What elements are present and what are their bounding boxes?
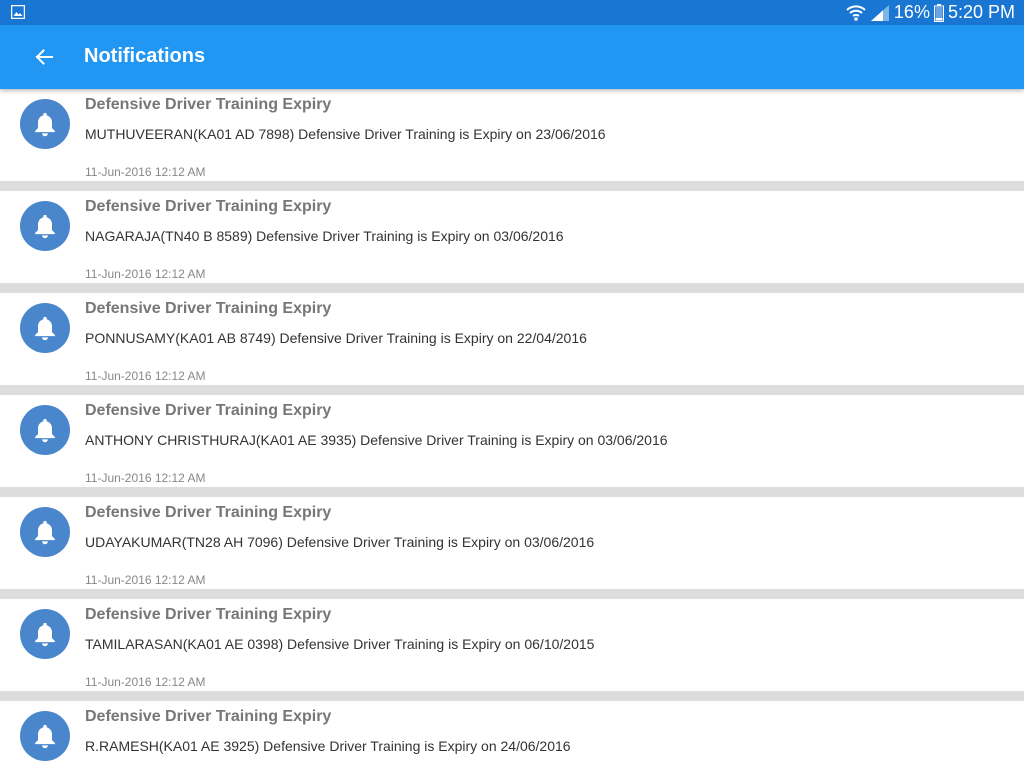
notification-timestamp: 11-Jun-2016 12:12 AM [85,165,206,179]
notification-message: UDAYAKUMAR(TN28 AH 7096) Defensive Drive… [85,534,595,550]
bell-icon [20,405,70,455]
page-title: Notifications [84,45,206,67]
notification-title: Defensive Driver Training Expiry [85,606,332,623]
bell-icon [20,507,70,557]
notification-item[interactable]: Defensive Driver Training Expiry TAMILAR… [0,599,1024,701]
status-bar: 16% 5:20 PM [0,0,1024,25]
notification-timestamp: 11-Jun-2016 12:12 AM [85,675,206,689]
notification-message: ANTHONY CHRISTHURAJ(KA01 AE 3935) Defens… [85,432,668,448]
notification-title: Defensive Driver Training Expiry [85,300,332,317]
bell-icon [20,711,70,761]
notification-timestamp: 11-Jun-2016 12:12 AM [85,369,206,383]
notification-title: Defensive Driver Training Expiry [85,504,332,521]
status-indicators: 16% 5:20 PM [846,0,1015,25]
notification-item[interactable]: Defensive Driver Training Expiry NAGARAJ… [0,191,1024,293]
notification-timestamp: 11-Jun-2016 12:12 AM [85,573,206,587]
notification-item[interactable]: Defensive Driver Training Expiry UDAYAKU… [0,497,1024,599]
app-bar: Notifications [0,25,1024,89]
bell-icon [20,609,70,659]
notification-item[interactable]: Defensive Driver Training Expiry PONNUSA… [0,293,1024,395]
notification-title: Defensive Driver Training Expiry [85,402,332,419]
battery-percent: 16% [893,2,930,22]
notification-timestamp: 11-Jun-2016 12:12 AM [85,471,206,485]
notification-title: Defensive Driver Training Expiry [85,96,332,113]
gallery-icon [11,5,25,19]
notification-item[interactable]: Defensive Driver Training Expiry MUTHUVE… [0,89,1024,191]
bell-icon [20,99,70,149]
notification-message: MUTHUVEERAN(KA01 AD 7898) Defensive Driv… [85,126,606,142]
notification-timestamp: 11-Jun-2016 12:12 AM [85,267,206,281]
notification-list[interactable]: Defensive Driver Training Expiry MUTHUVE… [0,89,1024,768]
battery-icon [933,3,944,22]
bell-icon [20,303,70,353]
notification-item[interactable]: Defensive Driver Training Expiry ANTHONY… [0,395,1024,497]
notification-message: TAMILARASAN(KA01 AE 0398) Defensive Driv… [85,636,595,652]
notification-message: R.RAMESH(KA01 AE 3925) Defensive Driver … [85,738,571,754]
bell-icon [20,201,70,251]
notification-message: NAGARAJA(TN40 B 8589) Defensive Driver T… [85,228,564,244]
clock: 5:20 PM [947,2,1015,22]
back-button[interactable] [24,37,64,77]
wifi-icon [846,4,866,21]
notification-title: Defensive Driver Training Expiry [85,198,332,215]
back-arrow-icon [35,49,53,65]
signal-icon [870,4,889,21]
notification-item[interactable]: Defensive Driver Training Expiry R.RAMES… [0,701,1024,768]
notification-message: PONNUSAMY(KA01 AB 8749) Defensive Driver… [85,330,587,346]
notification-title: Defensive Driver Training Expiry [85,708,332,725]
